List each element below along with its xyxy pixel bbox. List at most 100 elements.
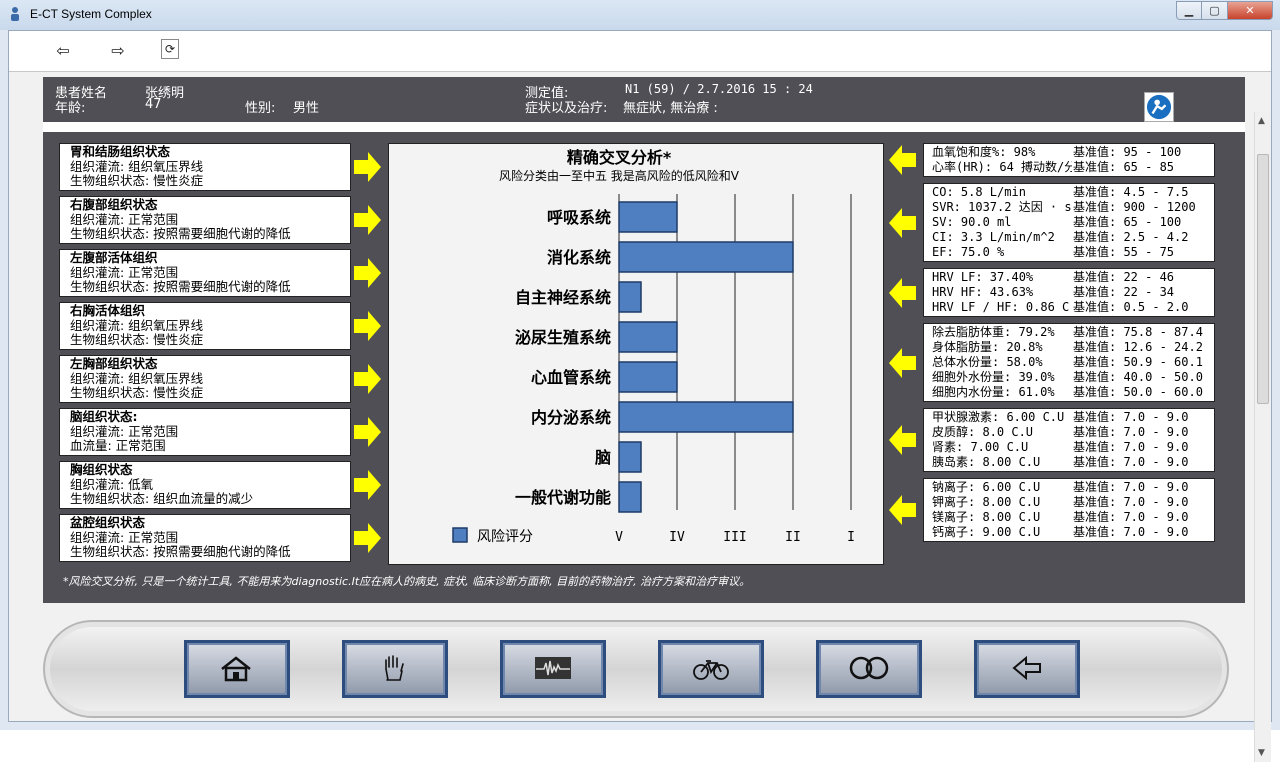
risk-chart: 精确交叉分析* 风险分类由一至中五 我是高风险的低风险和V 呼吸系统 消化系统 自主神经… xyxy=(388,143,884,565)
toolbar: ⇦ ⇨ ⟳ xyxy=(9,31,1271,69)
arrow-right-icon xyxy=(354,416,382,448)
metric-reference: 基准值: 7.0 - 9.0 xyxy=(1072,440,1189,455)
home-nav-button[interactable] xyxy=(184,640,290,698)
metric-row: EF: 75.0 % 基准值: 55 - 75 xyxy=(932,245,1206,260)
brand-logo-icon xyxy=(1144,92,1174,122)
metric-row: 钙离子: 9.00 C.U 基准值: 7.0 - 9.0 xyxy=(932,525,1206,540)
metric-value: 甲状腺激素: 6.00 C.U xyxy=(932,410,1065,424)
risk-bar xyxy=(618,401,794,433)
arrow-right-icon xyxy=(354,469,382,501)
back-arrow-icon[interactable]: ⇦ xyxy=(51,39,75,61)
metric-value: 胰岛素: 8.00 C.U xyxy=(932,455,1041,469)
metric-reference: 基准值: 50.0 - 60.0 xyxy=(1072,385,1203,400)
category-label: 呼吸系统 xyxy=(547,208,611,227)
organ-tissue-state: 生物组织状态: 慢性炎症 xyxy=(70,173,204,188)
header-divider xyxy=(43,122,1245,132)
metric-reference: 基准值: 7.0 - 9.0 xyxy=(1072,455,1189,470)
metric-row: 心率(HR): 64 搏动数/分 基准值: 65 - 85 xyxy=(932,160,1206,175)
metrics-box: HRV LF: 37.40% 基准值: 22 - 46 HRV HF: 43.63%… xyxy=(923,268,1215,317)
metric-value: 皮质醇: 8.0 C.U xyxy=(932,425,1034,439)
arrow-right-icon xyxy=(354,522,382,554)
risk-bar-chart: 精确交叉分析*风险分类由一至中五 我是高风险的低风险和V 呼吸系统消化系统自主神经… xyxy=(452,148,855,545)
scroll-thumb[interactable] xyxy=(1257,154,1269,404)
circles-nav-button[interactable] xyxy=(816,640,922,698)
ecg-nav-button[interactable] xyxy=(500,640,606,698)
arrow-right-icon xyxy=(354,363,382,395)
vertical-scrollbar[interactable]: ▲ ▼ xyxy=(1254,112,1271,762)
minimize-button[interactable]: ▁ xyxy=(1176,1,1202,20)
legend-label: 风险评分 xyxy=(477,529,533,545)
app-window: E-CT System Complex ▁ ▢ ✕ ⇦ ⇨ ⟳ 患者姓名 张绣明… xyxy=(0,0,1280,762)
back-nav-button[interactable] xyxy=(974,640,1080,698)
organ-status-box: 右胸活体组织 组织灌流: 组织氧压界线 生物组织状态: 慢性炎症 xyxy=(59,302,351,350)
risk-bar xyxy=(618,481,642,513)
metric-reference: 基准值: 4.5 - 7.5 xyxy=(1072,185,1189,200)
refresh-page-icon[interactable]: ⟳ xyxy=(161,39,179,59)
organ-title: 脑组织状态: xyxy=(70,409,138,424)
metric-reference: 基准值: 7.0 - 9.0 xyxy=(1072,525,1189,540)
bicycle-icon xyxy=(690,653,732,686)
risk-bar xyxy=(618,201,678,233)
footnote: *风险交叉分析, 只是一个统计工具, 不能用来为diagnostic.It应在病… xyxy=(63,575,751,588)
metric-value: CI: 3.3 L/min/m^2 xyxy=(932,230,1055,244)
organ-tissue-state: 血流量: 正常范围 xyxy=(70,438,166,453)
maximize-button[interactable]: ▢ xyxy=(1202,1,1228,20)
chart-subtitle: 风险分类由一至中五 我是高风险的低风险和V xyxy=(499,168,740,183)
organ-perfusion: 组织灌流: 正常范围 xyxy=(70,211,179,227)
forward-arrow-icon[interactable]: ⇨ xyxy=(106,39,130,61)
arrow-right-icon xyxy=(354,310,382,342)
metric-value: 心率(HR): 64 搏动数/分 xyxy=(932,160,1077,174)
scroll-up-icon[interactable]: ▲ xyxy=(1258,116,1265,126)
category-label: 消化系统 xyxy=(547,248,611,267)
metric-row: 镁离子: 8.00 C.U 基准值: 7.0 - 9.0 xyxy=(932,510,1206,525)
title-bar: E-CT System Complex ▁ ▢ ✕ xyxy=(0,0,1280,30)
organ-tissue-state: 生物组织状态: 按照需要细胞代谢的降低 xyxy=(70,279,291,294)
metric-value: HRV HF: 43.63% xyxy=(932,285,1034,299)
metric-row: 肾素: 7.00 C.U 基准值: 7.0 - 9.0 xyxy=(932,440,1206,455)
metric-row: 钠离子: 6.00 C.U 基准值: 7.0 - 9.0 xyxy=(932,480,1206,495)
report-panel: 患者姓名 张绣明 年龄: 47 性别: 男性 测定值: N1 (59) / 2.… xyxy=(43,77,1245,603)
metric-reference: 基准值: 7.0 - 9.0 xyxy=(1072,480,1189,495)
metrics-box: 钠离子: 6.00 C.U 基准值: 7.0 - 9.0 钾离子: 8.00 C.U… xyxy=(923,478,1215,542)
organ-title: 右腹部组织状态 xyxy=(70,197,158,212)
arrow-right-icon xyxy=(354,257,382,289)
patient-age-label: 年龄: xyxy=(55,101,86,116)
metric-row: CO: 5.8 L/min 基准值: 4.5 - 7.5 xyxy=(932,185,1206,200)
close-button[interactable]: ✕ xyxy=(1228,1,1273,20)
metric-reference: 基准值: 7.0 - 9.0 xyxy=(1072,510,1189,525)
patient-header: 患者姓名 张绣明 年龄: 47 性别: 男性 测定值: N1 (59) / 2.… xyxy=(43,82,1245,122)
metric-reference: 基准值: 65 - 100 xyxy=(1072,215,1182,230)
metric-reference: 基准值: 95 - 100 xyxy=(1072,145,1182,160)
metric-value: 身体脂肪量: 20.8% xyxy=(932,340,1043,354)
organ-perfusion: 组织灌流: 正常范围 xyxy=(70,264,179,280)
organ-perfusion: 组织灌流: 正常范围 xyxy=(70,529,179,545)
hand-nav-button[interactable] xyxy=(342,640,448,698)
symptom-label: 症状以及治疗: xyxy=(525,101,608,116)
metric-value: 钠离子: 6.00 C.U xyxy=(932,480,1041,494)
metric-value: 镁离子: 8.00 C.U xyxy=(932,510,1041,524)
ecg-wave-icon xyxy=(532,653,574,686)
scroll-down-icon[interactable]: ▼ xyxy=(1258,748,1265,758)
arrow-left-icon xyxy=(889,277,917,309)
organ-tissue-state: 生物组织状态: 按照需要细胞代谢的降低 xyxy=(70,226,291,241)
organ-title: 左腹部活体组织 xyxy=(70,250,158,265)
patient-sex: 男性 xyxy=(293,101,320,116)
x-tick-label: I xyxy=(847,530,855,545)
organ-status-box: 左腹部活体组织 组织灌流: 正常范围 生物组织状态: 按照需要细胞代谢的降低 xyxy=(59,249,351,297)
metric-row: 甲状腺激素: 6.00 C.U 基准值: 7.0 - 9.0 xyxy=(932,410,1206,425)
metric-row: HRV HF: 43.63% 基准值: 22 - 34 xyxy=(932,285,1206,300)
bicycle-nav-button[interactable] xyxy=(658,640,764,698)
metric-reference: 基准值: 7.0 - 9.0 xyxy=(1072,495,1189,510)
organ-status-box: 左胸部组织状态 组织灌流: 组织氧压界线 生物组织状态: 慢性炎症 xyxy=(59,355,351,403)
arrow-left-icon xyxy=(889,424,917,456)
hand-icon xyxy=(374,653,416,686)
x-tick-label: V xyxy=(615,530,623,545)
chart-title: 精确交叉分析* xyxy=(567,148,672,167)
workspace: 患者姓名 张绣明 年龄: 47 性别: 男性 测定值: N1 (59) / 2.… xyxy=(9,71,1271,762)
organ-title: 右胸活体组织 xyxy=(70,303,146,318)
metric-row: HRV LF / HF: 0.86 C.U 基准值: 0.5 - 2.0 xyxy=(932,300,1206,315)
metric-row: SV: 90.0 ml 基准值: 65 - 100 xyxy=(932,215,1206,230)
risk-bar xyxy=(618,241,794,273)
double-circle-icon xyxy=(848,653,890,686)
metric-reference: 基准值: 7.0 - 9.0 xyxy=(1072,425,1189,440)
